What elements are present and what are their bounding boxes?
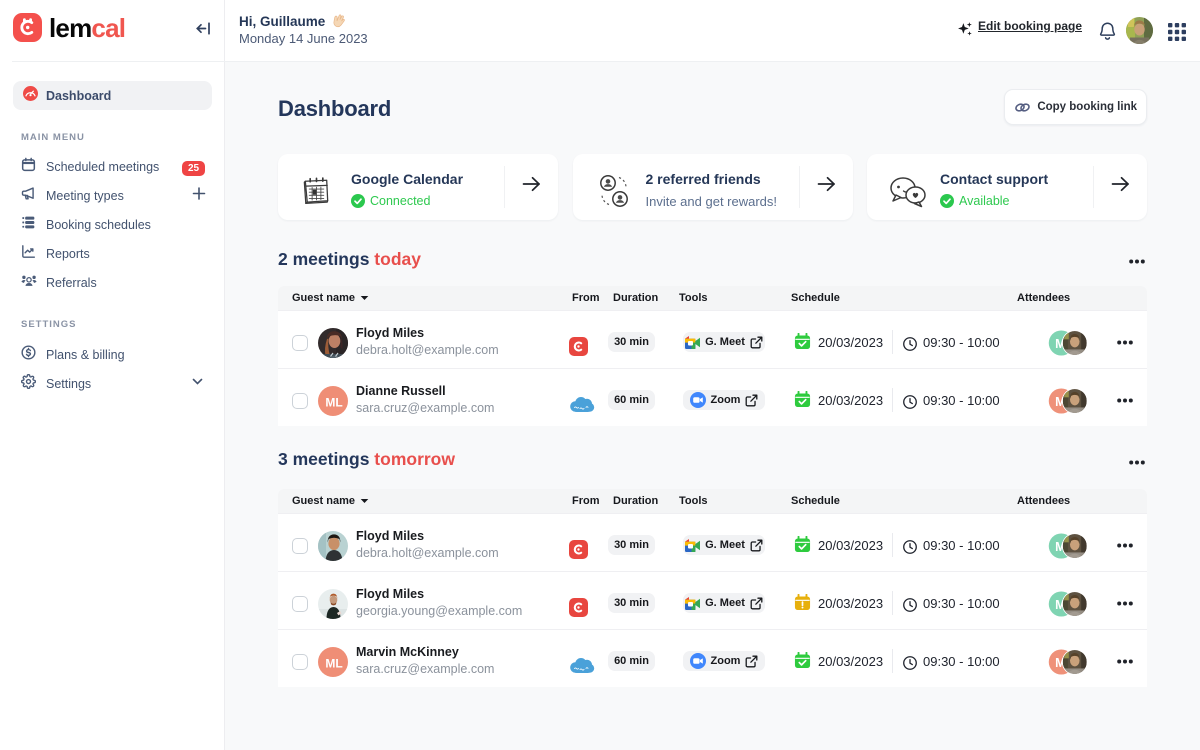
svg-text:ML: ML bbox=[325, 396, 342, 410]
svg-text:ML: ML bbox=[325, 657, 342, 671]
